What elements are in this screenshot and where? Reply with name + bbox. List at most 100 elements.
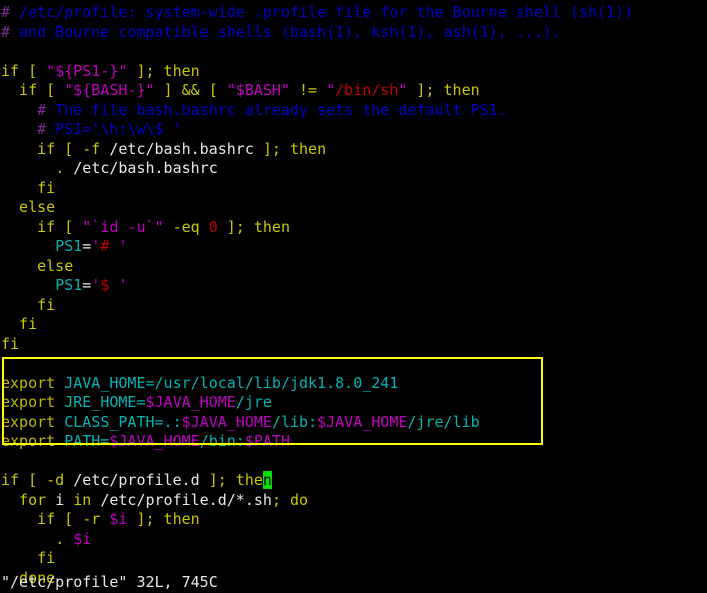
code-line[interactable]: for i in /etc/profile.d/*.sh; do [1,491,707,511]
code-token: ]; then [253,139,327,158]
code-token: CLASS_PATH [64,412,155,431]
code-token: ]; then [127,510,200,528]
code-token: = [82,276,92,294]
code-token: " [145,81,155,99]
code-token: $JAVA_HOME [181,412,272,431]
code-token: = [136,393,146,411]
code-token: if [ -f [1,139,110,158]
code-token: if [ -d [1,471,74,489]
code-line[interactable]: fi [1,335,707,355]
code-line[interactable]: # PS1='\h:\w\$ ' [1,120,707,140]
code-token: /etc/bash.bashrc [109,139,254,158]
code-token: /bin: [199,432,245,450]
vim-text-buffer[interactable]: # /etc/profile: system-wide .profile fil… [1,3,707,588]
code-line[interactable]: if [ "${BASH-}" ] && [ "$BASH" != "/bin/… [1,81,707,101]
code-token: . [55,159,65,177]
code-token: ]; then [127,61,200,80]
code-token: " [280,81,290,99]
code-token: /etc/profile: system-wide .profile file … [10,3,634,21]
code-token: PS1 [55,237,83,255]
code-line[interactable]: if [ -d /etc/profile.d ]; then [1,471,707,491]
code-token: $JAVA_HOME [145,393,236,411]
code-line[interactable]: fi [1,549,707,569]
code-token: in [64,490,101,509]
code-token: else [1,256,74,275]
code-token: /etc/bash.bashrc [64,159,218,177]
code-token: != [290,81,327,99]
code-token: and Bourne compatible shells (bash(1), k… [10,22,561,41]
code-token: `id -u` [91,217,155,236]
code-token: $JAVA_HOME [109,432,200,450]
code-token: ]; then [407,81,480,99]
code-line[interactable]: if [ "`id -u`" -eq 0 ]; then [1,218,707,238]
code-line[interactable] [1,452,707,472]
code-line[interactable]: export CLASS_PATH=.:$JAVA_HOME/lib:$JAVA… [1,413,707,433]
code-line[interactable]: else [1,257,707,277]
code-line[interactable]: PS1='# ' [1,237,707,257]
code-token: /jre/lib [407,412,480,431]
code-line[interactable]: # The file bash.bashrc already sets the … [1,101,707,121]
code-token: fi [1,295,56,314]
code-token: 0 [208,217,218,236]
code-line[interactable] [1,42,707,62]
code-token: # [1,22,11,41]
code-line[interactable]: else [1,198,707,218]
code-line[interactable]: export JRE_HOME=$JAVA_HOME/jre [1,393,707,413]
code-token: ' [91,276,101,294]
code-token: $i [109,510,128,528]
code-token: ' [118,237,128,255]
code-token: " [64,81,74,99]
code-line[interactable]: . /etc/bash.bashrc [1,159,707,179]
code-line[interactable]: if [ -r $i ]; then [1,510,707,530]
code-line[interactable]: . $i [1,530,707,550]
code-token: $JAVA_HOME [317,412,408,431]
code-token: if [ [1,217,83,236]
code-token: =/usr/local/lib/jdk1.8.0_241 [145,373,399,392]
code-line[interactable]: fi [1,315,707,335]
code-token: PS1='\h:\w\$ ' [46,120,182,138]
code-token: # [37,100,47,119]
code-line[interactable]: export JAVA_HOME=/usr/local/lib/jdk1.8.0… [1,374,707,394]
code-line[interactable] [1,354,707,374]
code-token: =.: [154,412,182,431]
code-token: if [ -r [1,510,110,528]
code-token: /etc/profile.d/*.sh [100,490,272,509]
code-token: ]; the [199,471,263,489]
code-token: JRE_HOME [64,393,137,411]
code-token: if [ [1,81,65,99]
code-token: export [1,412,56,431]
code-token: ' [91,237,101,255]
code-line[interactable]: if [ "${PS1-}" ]; then [1,62,707,82]
code-token: # [1,3,11,21]
code-token: export [1,393,56,411]
code-line[interactable]: # and Bourne compatible shells (bash(1),… [1,23,707,43]
code-line[interactable]: # /etc/profile: system-wide .profile fil… [1,3,707,23]
code-token: JAVA_HOME [64,373,146,392]
code-token: $BASH [235,81,281,99]
code-line[interactable]: fi [1,179,707,199]
code-line[interactable]: if [ -f /etc/bash.bashrc ]; then [1,140,707,160]
code-token: export [1,432,56,450]
code-token: /etc/profile.d [73,471,200,489]
code-line[interactable]: PS1='$ ' [1,276,707,296]
code-token: fi [1,334,20,353]
code-token: /jre [235,393,272,411]
code-token: The file bash.bashrc already sets the de… [46,100,507,119]
code-token: ] && [ [154,81,227,99]
terminal-window[interactable]: # /etc/profile: system-wide .profile fil… [0,0,707,593]
code-token: . [55,529,65,548]
code-token: " [46,61,56,80]
code-line[interactable]: export PATH=$JAVA_HOME/bin:$PATH [1,432,707,452]
code-token: else [1,198,56,216]
code-line[interactable]: fi [1,296,707,316]
code-token: ${BASH-} [73,81,146,99]
code-token: ${PS1-} [55,61,119,80]
code-token: ' [118,276,128,294]
